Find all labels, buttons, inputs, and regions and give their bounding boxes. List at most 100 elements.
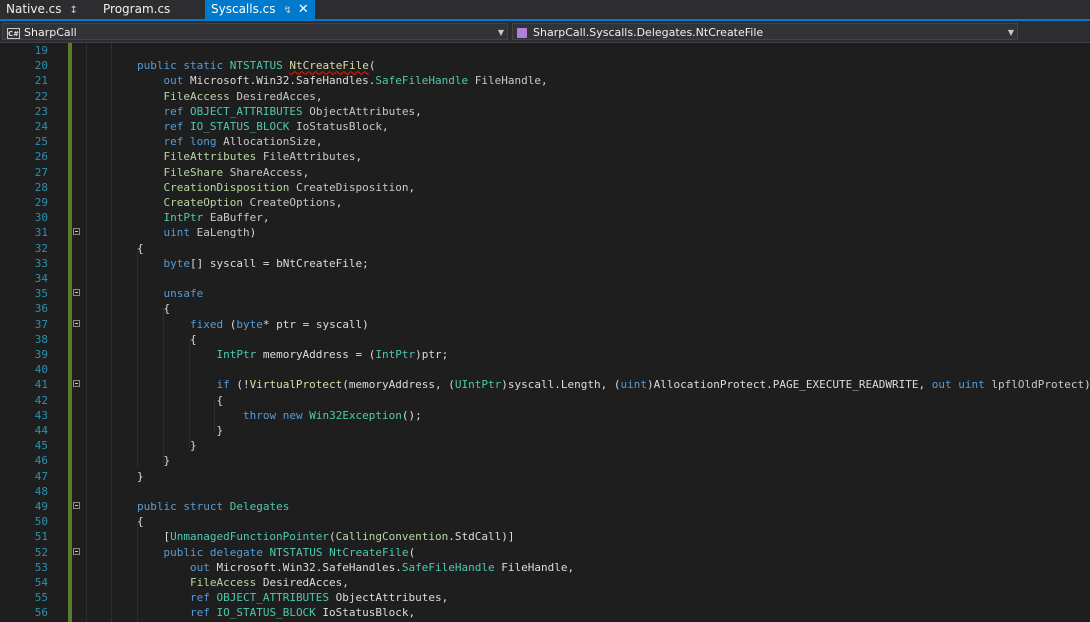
code-line[interactable]: 47 } [0,469,1090,484]
line-number: 44 [34,424,48,437]
code-line[interactable]: 56 ref IO_STATUS_BLOCK IoStatusBlock, [0,605,1090,620]
code-line[interactable]: 35 unsafe [0,286,1090,301]
line-number: 32 [34,241,48,255]
tab-syscalls-cs[interactable]: Syscalls.cs ↯ ✕ [205,0,315,19]
line-number: 20 [34,59,48,73]
code-line[interactable]: 19 [0,43,1090,58]
code-line[interactable]: 38 { [0,332,1090,347]
line-number: 47 [34,469,48,483]
line-number: 50 [34,515,48,529]
code-line[interactable]: 53 out Microsoft.Win32.SafeHandles.SafeF… [0,560,1090,575]
code-line[interactable]: 51 [UnmanagedFunctionPointer(CallingConv… [0,529,1090,544]
line-number: 31 [34,226,48,240]
code-line[interactable]: 44 } [0,423,1090,438]
code-line[interactable]: 26 FileAttributes FileAttributes, [0,149,1090,164]
code-line[interactable]: 49 public struct Delegates [0,499,1090,514]
line-number: 41 [34,378,48,392]
code-editor[interactable]: 19 20 public static NTSTATUS NtCreateFil… [0,43,1090,622]
code-line[interactable]: 39 IntPtr memoryAddress = (IntPtr)ptr; [0,347,1090,362]
code-line[interactable]: 27 FileShare ShareAccess, [0,165,1090,180]
code-line[interactable]: 48 [0,484,1090,499]
line-number: 21 [34,74,48,88]
code-line[interactable]: 54 FileAccess DesiredAcces, [0,575,1090,590]
code-line[interactable]: 23 ref OBJECT_ATTRIBUTES ObjectAttribute… [0,104,1090,119]
line-number: 51 [34,530,48,544]
code-line[interactable]: 36 { [0,301,1090,316]
line-number: 29 [34,196,48,209]
code-line[interactable]: 21 out Microsoft.Win32.SafeHandles.SafeF… [0,73,1090,88]
code-line[interactable]: 43 throw new Win32Exception(); [0,408,1090,423]
pin-icon[interactable]: ↯ [284,5,292,16]
line-number: 56 [34,606,48,620]
tab-label: Native.cs [6,2,62,16]
csharp-project-icon: C# [7,27,20,39]
code-line[interactable]: 50 { [0,514,1090,529]
chevron-down-icon: ▼ [1007,28,1014,37]
line-number: 38 [34,332,48,346]
code-line[interactable]: 46 } [0,453,1090,468]
collapse-icon[interactable] [73,228,80,236]
code-line[interactable]: 41 if (!VirtualProtect(memoryAddress, (U… [0,377,1090,392]
line-number: 43 [34,408,48,422]
code-line[interactable]: 45 } [0,438,1090,453]
pin-icon[interactable]: ↕ [70,5,78,16]
line-number: 49 [34,500,48,513]
line-number: 26 [34,150,48,164]
collapse-icon[interactable] [73,319,80,327]
line-number: 45 [34,439,48,453]
code-line[interactable]: 34 [0,271,1090,286]
line-number: 48 [34,484,48,498]
code-line[interactable]: 24 ref IO_STATUS_BLOCK IoStatusBlock, [0,119,1090,134]
code-line[interactable]: 20 public static NTSTATUS NtCreateFile( [0,58,1090,73]
line-number: 23 [34,104,48,118]
member-dropdown[interactable]: SharpCall.Syscalls.Delegates.NtCreateFil… [512,23,1018,40]
delegate-icon [517,28,527,38]
line-number: 22 [34,89,48,103]
code-line[interactable]: 40 [0,362,1090,377]
code-line[interactable]: 30 IntPtr EaBuffer, [0,210,1090,225]
close-icon[interactable]: ✕ [298,2,309,17]
line-number: 36 [34,302,48,316]
code-line[interactable]: 42 { [0,393,1090,408]
code-line[interactable]: 55 ref OBJECT_ATTRIBUTES ObjectAttribute… [0,590,1090,605]
line-number: 42 [34,393,48,407]
code-line[interactable]: 31 uint EaLength) [0,225,1090,240]
code-line[interactable]: 29 CreateOption CreateOptions, [0,195,1090,210]
line-number: 52 [34,545,48,559]
line-number: 33 [34,256,48,270]
member-name: SharpCall.Syscalls.Delegates.NtCreateFil… [533,26,764,39]
collapse-icon[interactable] [73,289,80,297]
line-number: 39 [34,348,48,361]
project-name: SharpCall [24,26,77,39]
line-number: 30 [34,211,48,225]
code-line[interactable]: 33 byte[] syscall = bNtCreateFile; [0,256,1090,271]
collapse-icon[interactable] [73,380,80,388]
tab-native-cs[interactable]: Native.cs ↕ [0,0,84,19]
code-line[interactable]: 52 public delegate NTSTATUS NtCreateFile… [0,545,1090,560]
code-line[interactable]: 22 FileAccess DesiredAcces, [0,89,1090,104]
collapse-icon[interactable] [73,547,80,555]
line-number: 24 [34,120,48,133]
line-number: 34 [34,272,48,285]
line-number: 25 [34,135,48,149]
code-line[interactable]: 37 fixed (byte* ptr = syscall) [0,317,1090,332]
navigation-bar: C# SharpCall ▼ SharpCall.Syscalls.Delegat… [0,21,1090,43]
line-number: 55 [34,591,48,605]
code-line[interactable]: 32 { [0,241,1090,256]
tab-program-cs[interactable]: Program.cs [97,0,176,19]
document-tab-bar: Native.cs ↕ Program.cs Syscalls.cs ↯ ✕ [0,0,1090,21]
line-number: 46 [34,454,48,468]
line-number: 37 [34,317,48,331]
line-number: 53 [34,560,48,574]
collapse-icon[interactable] [73,502,80,509]
line-number: 54 [34,576,48,589]
project-dropdown[interactable]: C# SharpCall ▼ [2,23,508,40]
code-line[interactable]: 28 CreationDisposition CreateDisposition… [0,180,1090,195]
code-line[interactable]: 25 ref long AllocationSize, [0,134,1090,149]
line-number: 35 [34,287,48,301]
line-number: 28 [34,180,48,194]
line-number: 27 [34,165,48,179]
tab-label: Program.cs [103,2,171,16]
line-number: 19 [34,44,48,57]
tab-label: Syscalls.cs [211,2,276,16]
